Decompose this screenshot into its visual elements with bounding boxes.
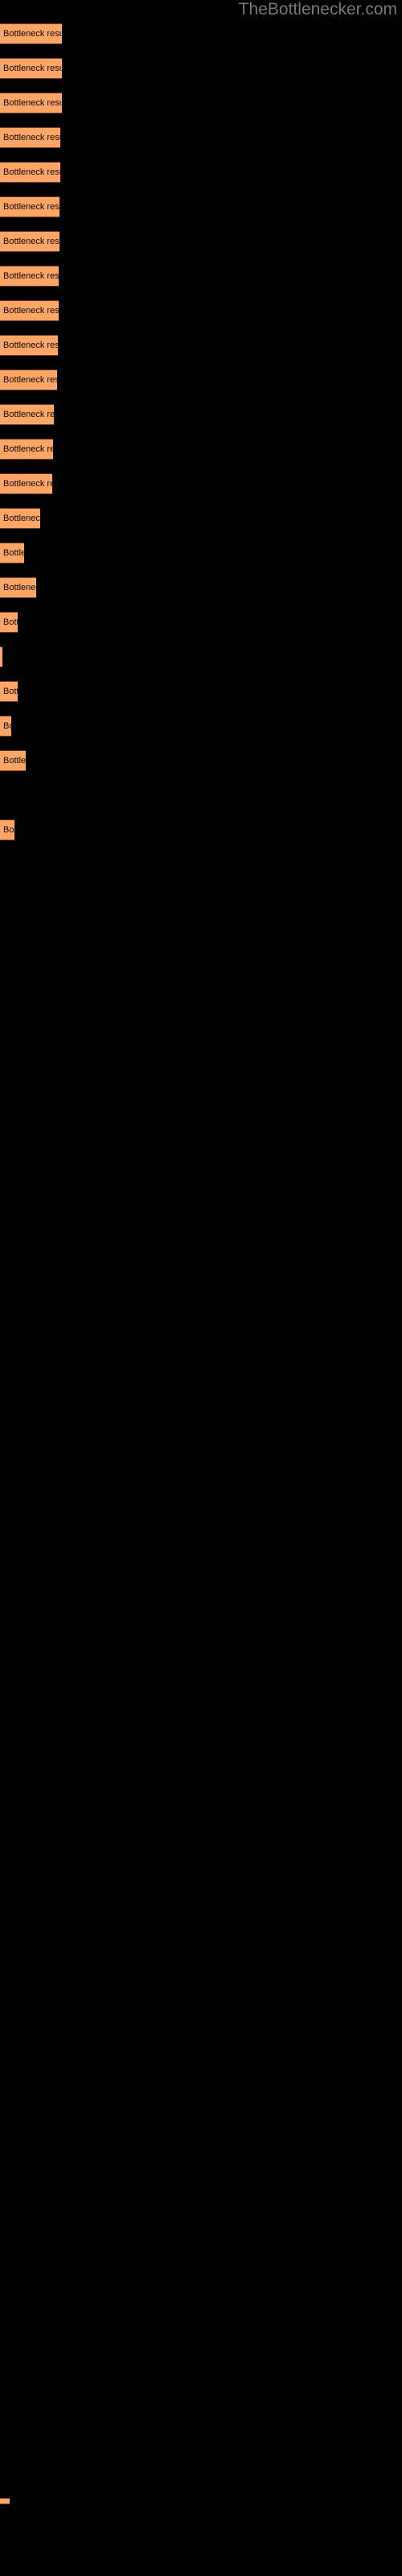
- bar-label: Bottleneck result: [3, 444, 53, 454]
- bottleneck-result-bar: [0, 2498, 10, 2504]
- bar-label: Bottleneck result: [3, 202, 59, 212]
- bar-label: Bottleneck result: [3, 756, 26, 766]
- bottleneck-result-bar: Bottleneck result: [0, 162, 60, 183]
- bottleneck-result-bar: Bottleneck result: [0, 819, 14, 840]
- bottleneck-result-bar: Bottleneck result: [0, 93, 62, 114]
- bottleneck-bar-chart: Bottleneck result Bottleneck result Bottle…: [0, 0, 402, 2576]
- bar-label: Bottleneck result: [3, 825, 14, 835]
- bottleneck-result-bar: Bottleneck result: [0, 681, 18, 702]
- bottleneck-result-bar: Bottleneck result: [0, 23, 62, 44]
- bar-label: Bottleneck result: [3, 64, 62, 73]
- bar-label: Bottleneck result: [3, 617, 18, 627]
- bar-label: Bottleneck result: [3, 583, 36, 592]
- bar-label: Bottleneck result: [3, 341, 58, 350]
- bottleneck-result-bar: Bottleneck result: [0, 231, 59, 252]
- bottleneck-result-bar: Bottleneck result: [0, 335, 58, 356]
- bottleneck-result-bar: Bottleneck result: [0, 439, 53, 460]
- bar-label: Bottleneck result: [3, 29, 62, 39]
- bar-label: Bottleneck result: [3, 375, 57, 385]
- bar-label: Bottleneck result: [3, 548, 24, 558]
- bar-label: Bottleneck result: [3, 410, 54, 419]
- bar-label: Bottleneck result: [3, 237, 59, 246]
- bottleneck-result-bar: Bottleneck result: [0, 196, 59, 217]
- bottleneck-result-bar: Bottleneck result: [0, 716, 11, 737]
- bottleneck-result-bar: Bottleneck result: [0, 266, 59, 287]
- bar-label: Bottleneck result: [3, 98, 62, 108]
- bottleneck-result-bar: Bottleneck result: [0, 543, 24, 564]
- bar-label: Bottleneck result: [3, 167, 60, 177]
- bar-label: Bottleneck result: [3, 687, 18, 696]
- bar-label: Bottleneck result: [3, 479, 52, 489]
- bar-label: Bottleneck result: [3, 306, 59, 316]
- bottleneck-result-bar: Bottleneck result: [0, 508, 40, 529]
- bottleneck-result-bar: Bottleneck result: [0, 473, 52, 494]
- bottleneck-result-bar: Bottleneck result: [0, 612, 18, 633]
- bar-label: Bottleneck result: [3, 271, 59, 281]
- bottleneck-result-bar: Bottleneck result: [0, 646, 2, 667]
- bottleneck-result-bar: Bottleneck result: [0, 369, 57, 390]
- bottleneck-result-bar: Bottleneck result: [0, 300, 59, 321]
- bottleneck-result-bar: Bottleneck result: [0, 404, 54, 425]
- bar-label: Bottleneck result: [3, 514, 40, 523]
- bottleneck-result-bar: Bottleneck result: [0, 577, 36, 598]
- bottleneck-result-bar: Bottleneck result: [0, 750, 26, 771]
- bottleneck-result-bar: Bottleneck result: [0, 127, 60, 148]
- bottleneck-result-bar: Bottleneck result: [0, 58, 62, 79]
- bar-label: Bottleneck result: [3, 133, 60, 142]
- bar-label: Bottleneck result: [3, 721, 11, 731]
